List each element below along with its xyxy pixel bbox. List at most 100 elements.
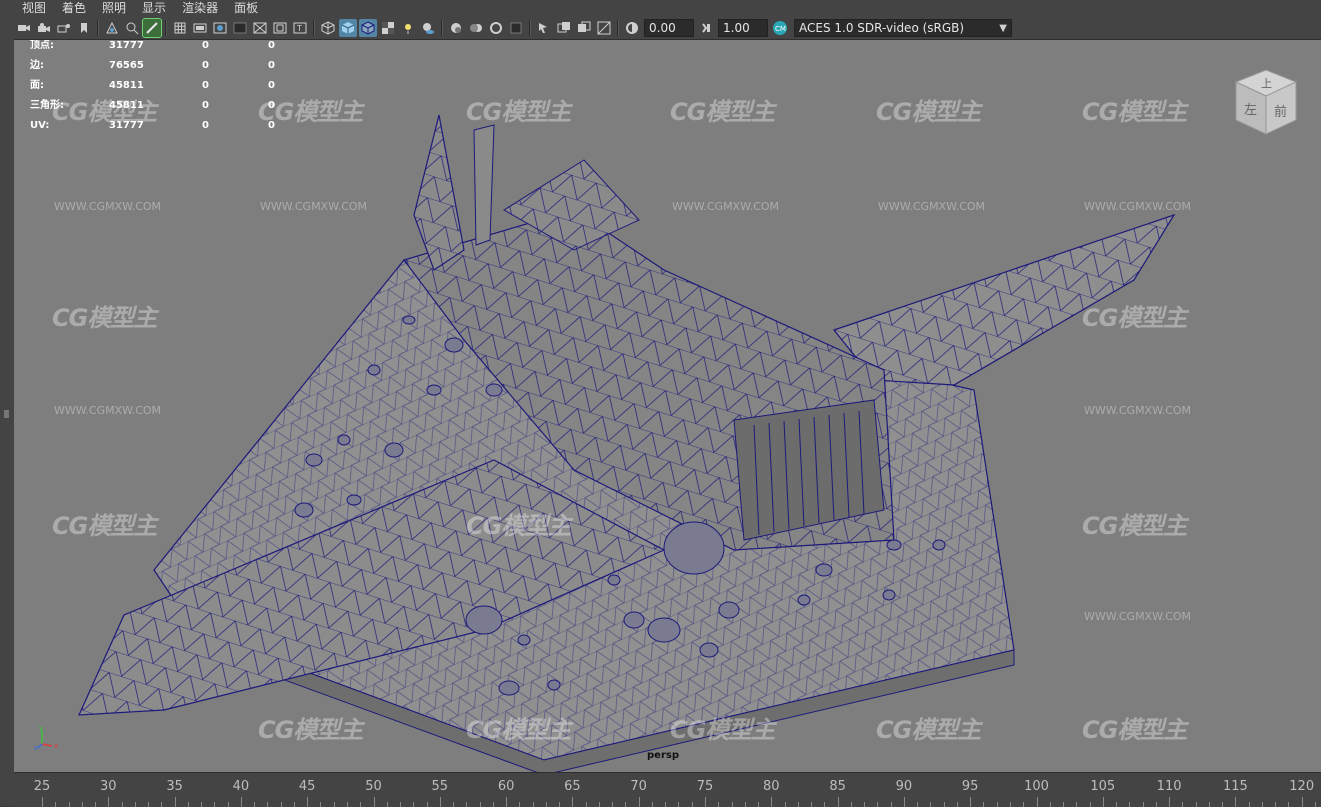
menu-shading[interactable]: 着色 [54,0,94,17]
color-management-icon[interactable]: CM [771,19,789,37]
shadows-icon[interactable] [419,19,437,37]
timeline-tick-label: 85 [829,779,846,794]
timeline-tick [346,802,348,807]
grease-pencil-icon[interactable] [142,18,162,38]
timeline-tick-label: 105 [1090,779,1116,794]
bookmark-icon[interactable] [75,19,93,37]
safe-action-icon[interactable] [271,19,289,37]
timeline-tick-label: 70 [630,779,647,794]
chevron-down-icon: ▼ [999,22,1007,34]
textured-icon[interactable] [379,19,397,37]
persp-viewport[interactable]: CG模型主 CG模型主 CG模型主 CG模型主 CG模型主 CG模型主 CG模型… [14,40,1321,772]
hud-label: 顶点: [30,40,54,51]
camera-attributes-icon[interactable] [35,19,53,37]
safe-title-icon[interactable]: T [291,19,309,37]
wireframe-on-shaded-icon[interactable] [359,19,377,37]
image-plane-icon[interactable] [103,19,121,37]
menu-lighting[interactable]: 照明 [94,0,134,17]
menu-view[interactable]: 视图 [14,0,54,17]
isolate-select-icon[interactable] [535,19,553,37]
timeline-tick [797,802,799,807]
watermark-url: WWW.CGMXW.COM [1084,404,1192,417]
watermark: CG模型主 [876,98,981,126]
timeline-tick [1129,802,1131,807]
camera-lock-icon[interactable] [55,19,73,37]
timeline-tick [1116,802,1118,807]
wireframe-icon[interactable] [319,19,337,37]
field-chart-icon[interactable] [251,19,269,37]
timeline-tick [956,802,958,807]
timeline-tick [187,802,189,807]
poly-count-hud: 顶点: 31777 0 0 边: 76565 0 0 面: 45811 0 0 … [30,40,300,140]
smooth-shade-icon[interactable] [339,19,357,37]
timeline-tick [585,802,587,807]
exposure-icon[interactable] [623,19,641,37]
gamma-icon[interactable] [697,19,715,37]
hud-value: 0 [202,60,209,71]
timeline-tick [545,802,547,807]
timeline-tick [466,802,468,807]
watermark-url: WWW.CGMXW.COM [54,404,162,417]
grid-icon[interactable] [171,19,189,37]
timeline-tick-label: 110 [1156,779,1182,794]
gamma-field[interactable]: 1.00 [718,19,768,37]
motion-blur-icon[interactable] [467,19,485,37]
watermark: CG模型主 [1082,512,1187,540]
exposure-field[interactable]: 0.00 [644,19,694,37]
watermark-url: WWW.CGMXW.COM [672,200,780,213]
xray-icon[interactable] [555,19,573,37]
timeline-tick [214,802,216,807]
backface-icon[interactable] [595,19,613,37]
timeline-tick [453,802,455,807]
camera-select-icon[interactable] [15,19,33,37]
menu-show[interactable]: 显示 [134,0,174,17]
hud-value: 31777 [109,120,144,131]
viewcube-left-label: 左 [1244,103,1257,118]
timeline-tick [996,802,998,807]
depth-of-field-icon[interactable] [507,19,525,37]
viewcube-top-label: 上 [1261,77,1272,90]
timeline-tick-label: 80 [763,779,780,794]
time-slider[interactable]: 25 30 35 40 45 50 55 60 65 70 75 80 85 90 95 100 105 110 1… [14,772,1321,807]
watermark-url: WWW.CGMXW.COM [1084,610,1192,623]
timeline-tick [201,802,203,807]
panel-resize-handle[interactable] [4,410,9,418]
svg-text:T: T [296,24,302,33]
menu-renderer[interactable]: 渲染器 [174,0,226,17]
axis-z-label: z [34,744,38,750]
timeline-tick-label: 65 [564,779,581,794]
timeline-tick-label: 55 [431,779,449,794]
toolbar-separator [165,20,167,36]
timeline-tick-label: 95 [961,779,979,794]
menu-panels[interactable]: 面板 [226,0,266,17]
watermark: CG模型主 [1082,98,1187,126]
use-all-lights-icon[interactable] [399,19,417,37]
resolution-gate-icon[interactable] [211,19,229,37]
hud-value: 45811 [109,100,144,111]
film-gate-icon[interactable] [191,19,209,37]
viewcube-icon[interactable]: 上 左 前 [1230,66,1302,138]
xray-joints-icon[interactable] [575,19,593,37]
timeline-tick-label: 60 [497,779,515,794]
color-space-dropdown[interactable]: ACES 1.0 SDR-video (sRGB) ▼ [794,19,1012,37]
toolbar-separator [441,20,443,36]
timeline-tick [479,802,481,807]
hud-row-faces: 面: 45811 0 0 [30,80,300,100]
timeline-tick-label: 115 [1222,779,1248,794]
timeline-tick [877,802,879,807]
screen-space-ao-icon[interactable] [447,19,465,37]
timeline-tick [1089,802,1091,807]
hud-value: 45811 [109,80,144,91]
2d-pan-zoom-icon[interactable] [123,19,141,37]
timeline-tick [227,802,229,807]
gate-mask-icon[interactable] [231,19,249,37]
timeline-tick-label: 40 [232,779,250,794]
viewcube-front-label: 前 [1274,104,1287,120]
hud-value: 76565 [109,60,144,71]
watermark: CG模型主 [1082,304,1187,332]
timeline-tick [678,802,680,807]
anti-aliasing-icon[interactable] [487,19,505,37]
timeline-tick [1023,802,1025,807]
timeline-tick [850,802,852,807]
timeline-tick [943,802,945,807]
